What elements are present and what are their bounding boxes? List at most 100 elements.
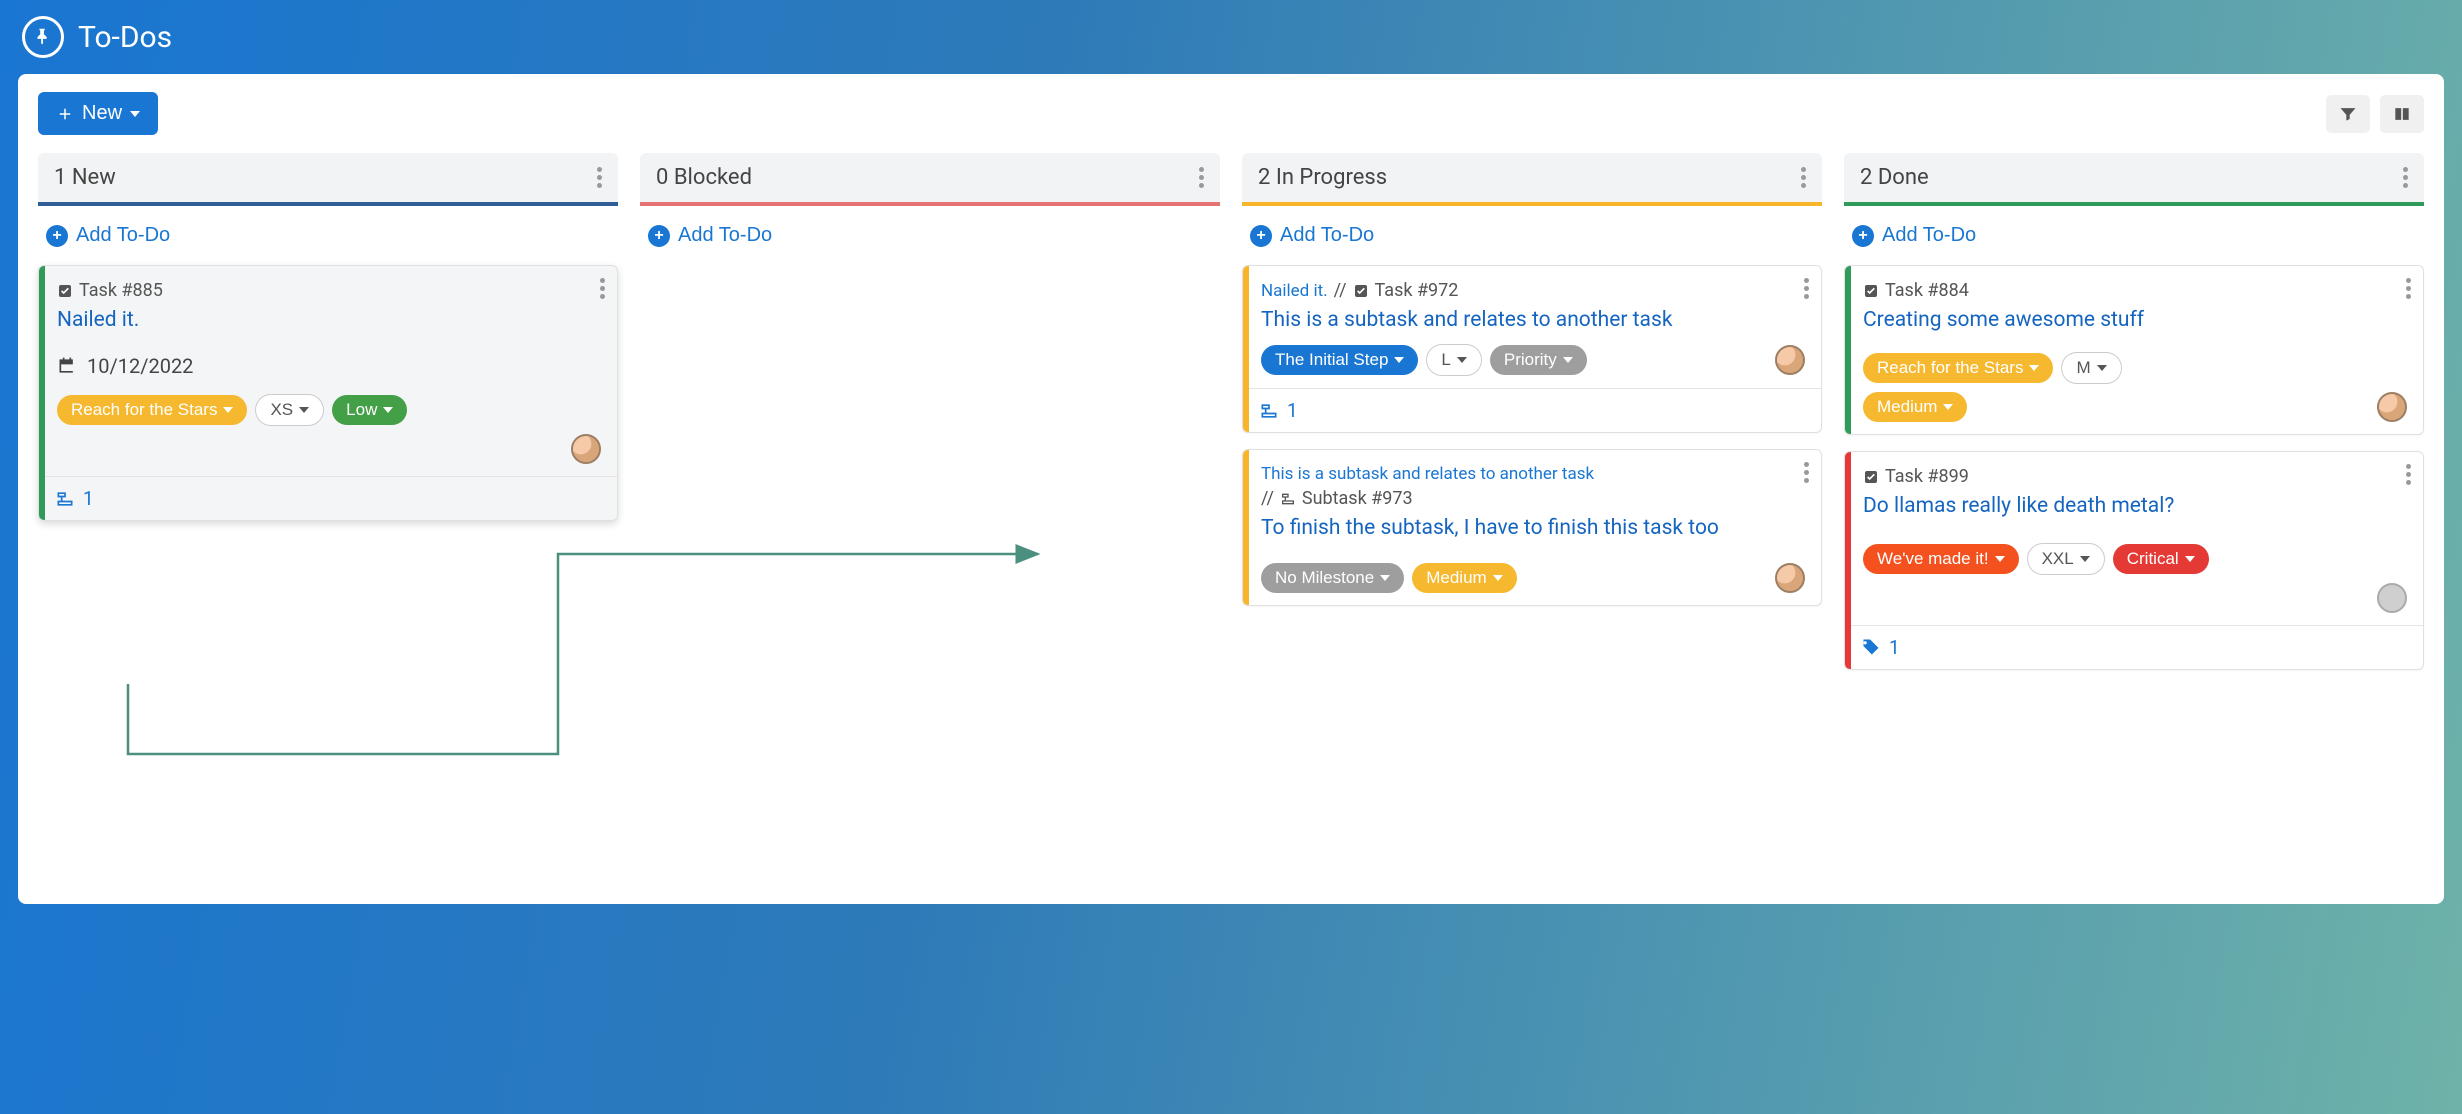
plus-circle-icon: +	[1250, 225, 1272, 247]
subtask-icon	[1280, 491, 1296, 507]
card-title[interactable]: Do llamas really like death metal?	[1863, 493, 2407, 520]
card-title[interactable]: Creating some awesome stuff	[1863, 307, 2407, 334]
size-pill[interactable]: M	[2061, 352, 2121, 384]
priority-pill[interactable]: Priority	[1490, 345, 1587, 375]
size-pill[interactable]: XS	[255, 394, 324, 426]
card-pills-row2: Medium	[1863, 392, 2407, 422]
avatar[interactable]	[2377, 583, 2407, 613]
column-header-blocked: 0 Blocked	[640, 153, 1220, 206]
avatar[interactable]	[1775, 345, 1805, 375]
card-footer[interactable]: 1	[39, 476, 617, 520]
card-menu-button[interactable]	[1804, 462, 1809, 483]
priority-pill[interactable]: Low	[332, 395, 407, 425]
card-subtask-973[interactable]: This is a subtask and relates to another…	[1242, 449, 1822, 605]
card-menu-button[interactable]	[600, 278, 605, 299]
card-footer[interactable]: 1	[1243, 388, 1821, 432]
column-menu-button[interactable]	[2403, 167, 2408, 188]
card-task-885[interactable]: Task #885 Nailed it. 10/12/2022 Reach fo…	[38, 265, 618, 521]
subtask-icon	[1259, 401, 1279, 421]
task-breadcrumb: This is a subtask and relates to another…	[1261, 464, 1805, 484]
page-title: To-Dos	[78, 20, 172, 55]
card-stripe	[1243, 450, 1249, 604]
card-task-899[interactable]: Task #899 Do llamas really like death me…	[1844, 451, 2424, 669]
column-header-done: 2 Done	[1844, 153, 2424, 206]
parent-link[interactable]: Nailed it.	[1261, 281, 1328, 301]
card-task-972[interactable]: Nailed it. // Task #972 This is a subtas…	[1242, 265, 1822, 433]
card-title[interactable]: This is a subtask and relates to another…	[1261, 307, 1805, 334]
card-pills: We've made it! XXL Critical	[1863, 543, 2407, 575]
subtask-icon	[55, 489, 75, 509]
priority-pill[interactable]: Medium	[1412, 563, 1516, 593]
card-menu-button[interactable]	[2406, 464, 2411, 485]
milestone-pill[interactable]: We've made it!	[1863, 544, 2019, 574]
column-new: 1 New + Add To-Do Task #885 Nailed it.	[38, 153, 618, 537]
card-date: 10/12/2022	[57, 354, 601, 378]
board: New 1 New	[18, 74, 2444, 904]
column-menu-button[interactable]	[597, 167, 602, 188]
new-button[interactable]: New	[38, 92, 158, 135]
task-ref: Task #884	[1863, 280, 2407, 301]
parent-link[interactable]: This is a subtask and relates to another…	[1261, 464, 1594, 484]
filter-button[interactable]	[2326, 95, 2370, 133]
card-footer[interactable]: 1	[1845, 625, 2423, 669]
card-title[interactable]: Nailed it.	[57, 307, 601, 334]
priority-pill[interactable]: Medium	[1863, 392, 1967, 422]
plus-circle-icon: +	[1852, 225, 1874, 247]
card-pills: No Milestone Medium	[1261, 563, 1805, 593]
columns-button[interactable]	[2380, 95, 2424, 133]
plus-circle-icon: +	[46, 225, 68, 247]
card-stripe	[1845, 452, 1851, 668]
task-breadcrumb: Nailed it. // Task #972	[1261, 280, 1805, 301]
task-check-icon	[1353, 283, 1369, 299]
column-in-progress: 2 In Progress + Add To-Do Nailed it. // …	[1242, 153, 1822, 622]
task-check-icon	[1863, 469, 1879, 485]
add-todo-button[interactable]: + Add To-Do	[1242, 206, 1822, 265]
chevron-down-icon	[130, 111, 140, 117]
app-header: To-Dos	[0, 0, 2462, 74]
milestone-pill[interactable]: Reach for the Stars	[57, 395, 247, 425]
calendar-icon	[57, 356, 77, 376]
column-menu-button[interactable]	[1801, 167, 1806, 188]
task-ref: Task #885	[57, 280, 601, 301]
tag-icon	[1861, 637, 1881, 657]
card-menu-button[interactable]	[2406, 278, 2411, 299]
columns-icon	[2392, 104, 2412, 124]
column-header-in-progress: 2 In Progress	[1242, 153, 1822, 206]
card-task-884[interactable]: Task #884 Creating some awesome stuff Re…	[1844, 265, 2424, 435]
card-stripe	[1243, 266, 1249, 432]
avatar[interactable]	[1775, 563, 1805, 593]
plus-circle-icon: +	[648, 225, 670, 247]
add-todo-button[interactable]: + Add To-Do	[640, 206, 1220, 265]
pin-icon	[22, 16, 64, 58]
milestone-pill[interactable]: Reach for the Stars	[1863, 353, 2053, 383]
card-pills: Reach for the Stars M	[1863, 352, 2407, 384]
task-check-icon	[57, 283, 73, 299]
column-title: 2 In Progress	[1258, 165, 1387, 190]
milestone-pill[interactable]: No Milestone	[1261, 563, 1404, 593]
column-title: 2 Done	[1860, 165, 1929, 190]
priority-pill[interactable]: Critical	[2113, 544, 2209, 574]
card-menu-button[interactable]	[1804, 278, 1809, 299]
new-button-label: New	[82, 102, 122, 125]
card-stripe	[1845, 266, 1851, 434]
card-stripe	[39, 266, 45, 520]
avatar[interactable]	[2377, 392, 2407, 422]
milestone-pill[interactable]: The Initial Step	[1261, 345, 1418, 375]
task-ref: Task #899	[1863, 466, 2407, 487]
task-check-icon	[1863, 283, 1879, 299]
avatar[interactable]	[571, 434, 601, 464]
size-pill[interactable]: L	[1426, 344, 1481, 376]
card-pills: Reach for the Stars XS Low	[57, 394, 601, 426]
column-done: 2 Done + Add To-Do Task #884 Creating so…	[1844, 153, 2424, 686]
add-todo-button[interactable]: + Add To-Do	[38, 206, 618, 265]
column-title: 1 New	[54, 165, 116, 190]
toolbar: New	[38, 92, 2424, 135]
size-pill[interactable]: XXL	[2027, 543, 2105, 575]
add-todo-button[interactable]: + Add To-Do	[1844, 206, 2424, 265]
card-pills: The Initial Step L Priority	[1261, 344, 1805, 376]
column-title: 0 Blocked	[656, 165, 752, 190]
column-blocked: 0 Blocked + Add To-Do	[640, 153, 1220, 265]
columns: 1 New + Add To-Do Task #885 Nailed it.	[38, 153, 2424, 686]
card-title[interactable]: To finish the subtask, I have to finish …	[1261, 515, 1805, 542]
column-menu-button[interactable]	[1199, 167, 1204, 188]
